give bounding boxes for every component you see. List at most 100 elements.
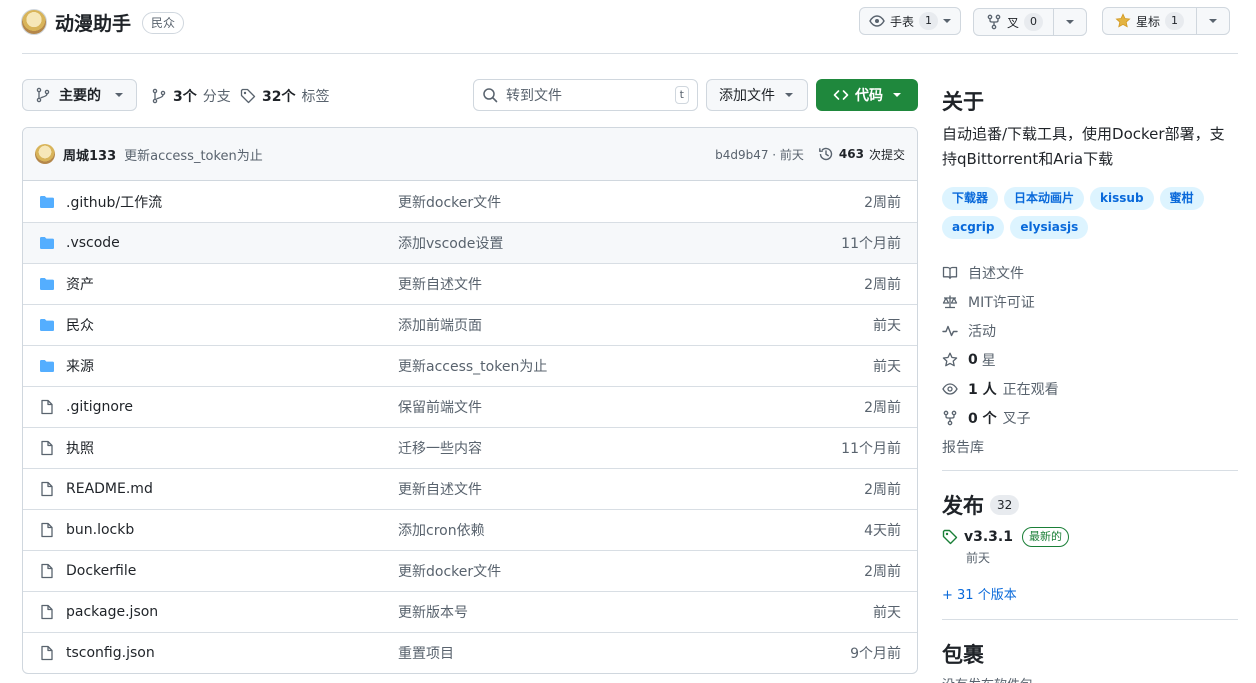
file-row[interactable]: 执照 迁移一些内容 11个月前 [23, 427, 917, 468]
commit-count: 463 [838, 147, 864, 161]
file-name[interactable]: 执照 [66, 438, 398, 458]
file-name[interactable]: .gitignore [66, 399, 398, 415]
readme-label: 自述文件 [968, 265, 1024, 282]
commit-message[interactable]: 更新access_token为止 [124, 145, 263, 164]
releases-title: 发布 [942, 494, 984, 518]
file-row[interactable]: README.md 更新自述文件 2周前 [23, 468, 917, 509]
commit-author[interactable]: 周城133 [63, 145, 116, 164]
topic-tag[interactable]: elysiasjs [1010, 216, 1089, 239]
file-name[interactable]: 民众 [66, 315, 398, 335]
file-commit-message[interactable]: 添加cron依赖 [398, 520, 864, 540]
readme-link[interactable]: 自述文件 [942, 258, 1238, 287]
file-name[interactable]: .github/工作流 [66, 192, 398, 212]
commit-author-avatar[interactable] [35, 144, 55, 164]
file-commit-message[interactable]: 添加vscode设置 [398, 233, 841, 253]
file-row[interactable]: 来源 更新access_token为止 前天 [23, 345, 917, 386]
star-button[interactable]: 星标 1 [1102, 7, 1231, 35]
file-commit-message[interactable]: 重置项目 [398, 643, 850, 663]
packages-heading[interactable]: 包裹 [942, 639, 1238, 669]
branches-link[interactable]: 3个 分支 [151, 86, 231, 106]
file-name[interactable]: 资产 [66, 274, 398, 294]
topic-tag[interactable]: 蜜柑 [1159, 187, 1204, 210]
file-name[interactable]: 来源 [66, 356, 398, 376]
file-row[interactable]: bun.lockb 添加cron依赖 4天前 [23, 509, 917, 550]
file-name[interactable]: package.json [66, 604, 398, 620]
forks-link[interactable]: 0 个 叉子 [942, 403, 1238, 432]
file-commit-message[interactable]: 更新docker文件 [398, 561, 864, 581]
releases-heading[interactable]: 发布 32 [942, 490, 1238, 520]
go-to-file-input[interactable]: 转到文件 t [473, 79, 698, 111]
file-row[interactable]: tsconfig.json 重置项目 9个月前 [23, 632, 917, 673]
file-name[interactable]: Dockerfile [66, 563, 398, 579]
topic-tag[interactable]: 日本动画片 [1004, 187, 1085, 210]
file-name[interactable]: .vscode [66, 235, 398, 251]
file-commit-message[interactable]: 更新access_token为止 [398, 356, 873, 376]
folder-icon [39, 317, 57, 333]
latest-release[interactable]: v3.3.1 最新的 [942, 527, 1069, 547]
code-button[interactable]: 代码 [816, 79, 918, 111]
file-icon [39, 522, 57, 538]
file-row[interactable]: 资产 更新自述文件 2周前 [23, 263, 917, 304]
activity-link[interactable]: 活动 [942, 316, 1238, 345]
repo-description: 自动追番/下载工具，使用Docker部署，支持qBittorrent和Aria下… [942, 125, 1225, 168]
folder-icon [39, 276, 57, 292]
file-commit-message[interactable]: 更新版本号 [398, 602, 873, 622]
repo-owner-avatar[interactable] [21, 9, 47, 35]
file-icon [39, 604, 57, 620]
tag-icon [240, 88, 256, 104]
file-row[interactable]: Dockerfile 更新docker文件 2周前 [23, 550, 917, 591]
report-repo-link[interactable]: 报告库 [942, 432, 1238, 461]
file-row[interactable]: package.json 更新版本号 前天 [23, 591, 917, 632]
star-dropdown[interactable] [1196, 8, 1229, 34]
sidebar-divider [942, 619, 1238, 620]
file-name[interactable]: bun.lockb [66, 522, 398, 538]
add-file-button[interactable]: 添加文件 [706, 79, 808, 111]
branch-select-button[interactable]: 主要的 [22, 79, 137, 111]
file-commit-time: 2周前 [864, 564, 901, 580]
stars-link[interactable]: 0 星 [942, 345, 1238, 374]
license-link[interactable]: MIT许可证 [942, 287, 1238, 316]
file-row[interactable]: .github/工作流 更新docker文件 2周前 [23, 181, 917, 222]
file-commit-message[interactable]: 添加前端页面 [398, 315, 873, 335]
file-commit-message[interactable]: 更新docker文件 [398, 192, 864, 212]
eye-icon [942, 382, 958, 395]
file-commit-time: 前天 [873, 359, 901, 375]
history-icon [819, 147, 833, 161]
chevron-down-icon [943, 19, 952, 23]
topic-tag[interactable]: 下载器 [942, 187, 999, 210]
fork-icon [943, 410, 957, 425]
watch-button[interactable]: 手表 1 [859, 7, 962, 35]
chevron-down-icon [785, 93, 793, 97]
topic-tag[interactable]: acgrip [942, 216, 1005, 239]
file-name[interactable]: README.md [66, 481, 398, 497]
file-commit-time: 前天 [873, 605, 901, 621]
more-releases-link[interactable]: + 31 个版本 [942, 584, 1017, 603]
fork-dropdown[interactable] [1053, 9, 1086, 35]
file-name[interactable]: tsconfig.json [66, 645, 398, 661]
file-commit-time: 2周前 [864, 277, 901, 293]
eye-icon [869, 15, 885, 27]
file-commit-message[interactable]: 保留前端文件 [398, 397, 864, 417]
file-commit-time: 前天 [873, 318, 901, 334]
repo-meta-list: 自述文件 MIT许可证 活动 0 星 1 人 正在观看 0 个 叉子 报告库 [942, 258, 1238, 461]
latest-commit-bar: 周城133 更新access_token为止 b4d9b47 · 前天 463 … [23, 128, 917, 181]
file-commit-time: 11个月前 [841, 236, 901, 252]
commits-history-link[interactable]: 463 次提交 [818, 146, 905, 163]
file-row[interactable]: 民众 添加前端页面 前天 [23, 304, 917, 345]
file-icon [39, 481, 57, 497]
topic-tag[interactable]: kissub [1090, 187, 1154, 210]
file-row[interactable]: .gitignore 保留前端文件 2周前 [23, 386, 917, 427]
branch-name: 主要的 [59, 88, 101, 104]
tags-link[interactable]: 32个 标签 [240, 86, 329, 106]
fork-button[interactable]: 叉 0 [973, 8, 1088, 36]
star-outline-icon [942, 352, 958, 366]
activity-label: 活动 [968, 323, 996, 340]
commit-hash-time[interactable]: b4d9b47 · 前天 [715, 146, 804, 163]
repo-name[interactable]: 动漫助手 [55, 9, 131, 36]
file-commit-message[interactable]: 更新自述文件 [398, 479, 864, 499]
file-row[interactable]: .vscode 添加vscode设置 11个月前 [23, 222, 917, 263]
file-commit-message[interactable]: 迁移一些内容 [398, 438, 841, 458]
file-commit-message[interactable]: 更新自述文件 [398, 274, 864, 294]
watchers-link[interactable]: 1 人 正在观看 [942, 374, 1238, 403]
watchers-count: 1 人 [968, 381, 997, 398]
